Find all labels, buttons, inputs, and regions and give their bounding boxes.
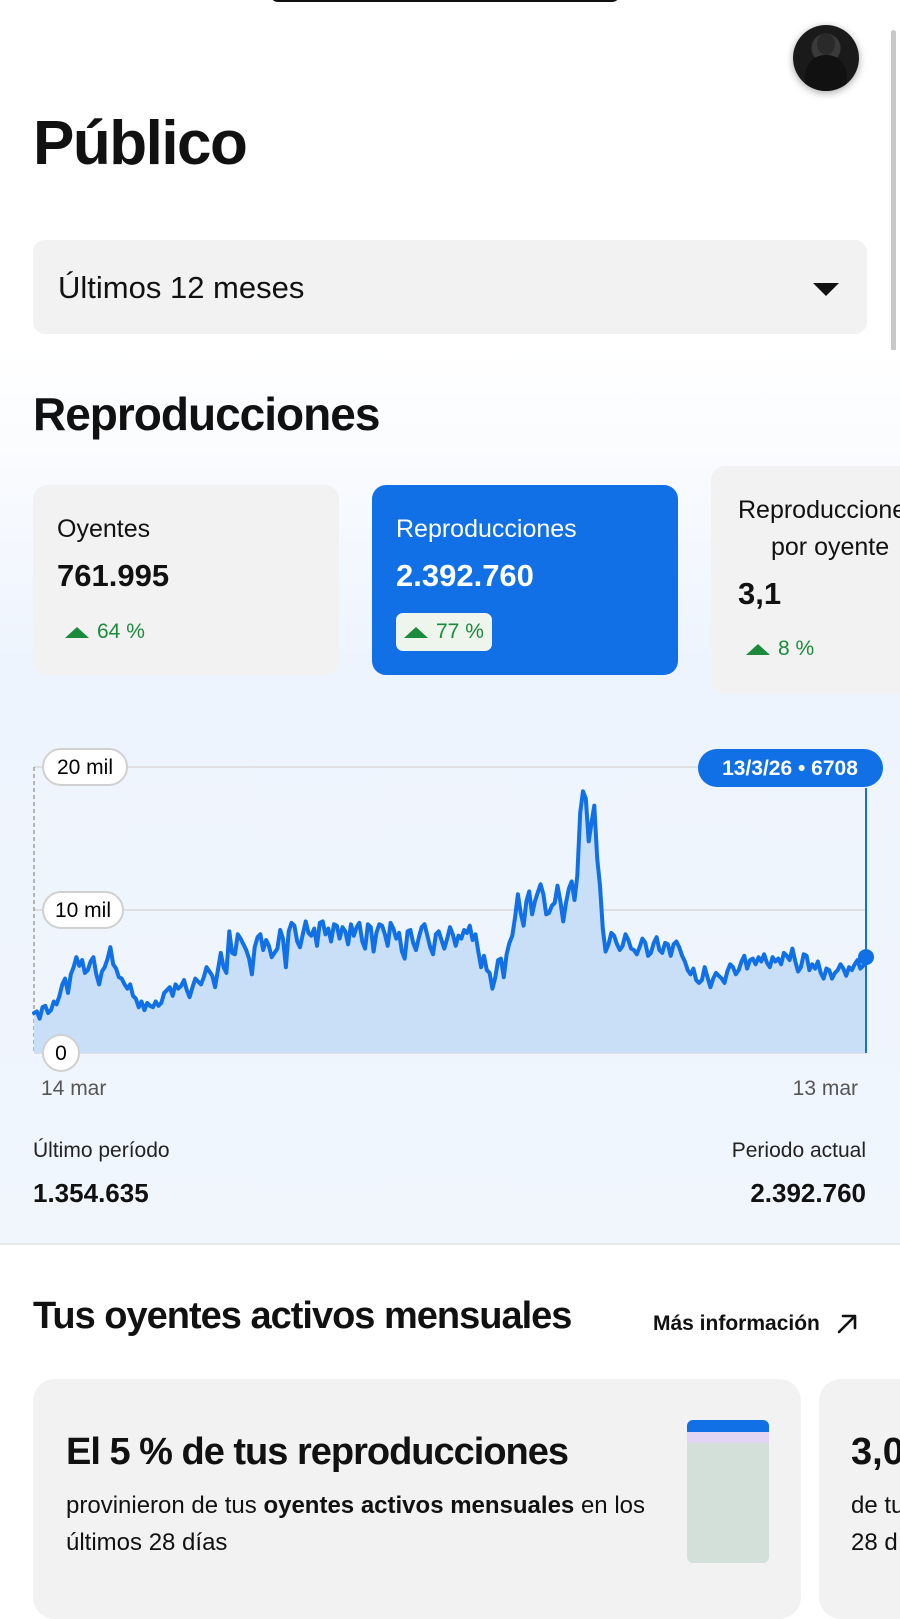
device-notch <box>270 0 620 2</box>
arrow-up-icon <box>746 643 770 655</box>
tooltip-text: 13/3/26 • 6708 <box>722 757 858 780</box>
period-dropdown-value: Últimos 12 meses <box>58 270 305 305</box>
chevron-down-icon <box>813 283 839 296</box>
metric-label-line2: por oyente <box>771 533 890 561</box>
more-info-label: Más información <box>653 1312 820 1335</box>
section-title: Reproducciones <box>33 388 380 440</box>
tooltip: 13/3/26 • 6708 <box>698 749 883 787</box>
insight-description: de tu 28 d <box>851 1492 900 1556</box>
plays-chart[interactable]: 20 mil 10 mil 0 13/3/26 • 6708 <box>0 730 900 1110</box>
change-value: 64 % <box>97 620 145 643</box>
series-area <box>34 791 866 1053</box>
stacked-bar-graphic <box>687 1420 769 1563</box>
metric-card-plays-per-listener[interactable]: Reproducciones por oyente 3,1 8 % <box>711 466 900 694</box>
x-label-start: 14 mar <box>41 1077 107 1100</box>
y-tick-20k: 20 mil <box>42 748 128 786</box>
change-value: 77 % <box>436 620 484 643</box>
arrow-up-icon <box>65 626 89 638</box>
metric-label: Reproducciones <box>396 515 577 543</box>
y-tick-0: 0 <box>42 1034 80 1072</box>
monthly-insight-card[interactable]: El 5 % de tus reproducciones provinieron… <box>33 1379 801 1619</box>
section-divider <box>0 1243 900 1245</box>
y-tick-10k: 10 mil <box>42 891 124 929</box>
current-period-value: 2.392.760 <box>750 1178 866 1208</box>
insight-text-a: provinieron de tus <box>66 1492 264 1519</box>
period-dropdown[interactable]: Últimos 12 meses <box>33 240 867 334</box>
change-badge: 77 % <box>396 613 492 651</box>
y-tick-label: 20 mil <box>57 756 113 779</box>
y-tick-label: 10 mil <box>55 899 111 922</box>
change-badge: 8 % <box>738 630 822 668</box>
insight-headline: 3,0 <box>851 1431 900 1473</box>
arrow-up-icon <box>404 626 428 638</box>
last-period-label: Último período <box>33 1139 170 1162</box>
more-info-link[interactable]: Más información <box>653 1311 860 1337</box>
metric-card-listeners[interactable]: Oyentes 761.995 64 % <box>33 485 339 675</box>
insight-headline: El 5 % de tus reproducciones <box>66 1431 569 1473</box>
last-period-value: 1.354.635 <box>33 1178 149 1208</box>
current-period-label: Periodo actual <box>731 1139 866 1162</box>
x-label-end: 13 mar <box>792 1077 858 1100</box>
monthly-listeners-title: Tus oyentes activos mensuales <box>33 1295 572 1337</box>
arrow-up-right-icon <box>837 1314 857 1334</box>
avatar[interactable] <box>793 25 859 91</box>
monthly-insight-card-2[interactable]: 3,0 de tu 28 d <box>819 1379 900 1619</box>
change-value: 8 % <box>778 637 815 660</box>
change-badge: 64 % <box>57 613 153 651</box>
metric-label: Oyentes <box>57 515 151 543</box>
metric-card-plays[interactable]: Reproducciones 2.392.760 77 % <box>372 485 678 675</box>
page-title: Público <box>33 109 248 178</box>
selected-point <box>858 949 874 966</box>
metric-value: 3,1 <box>738 576 782 611</box>
metric-value: 761.995 <box>57 558 170 593</box>
metric-label: Reproducciones <box>738 496 900 524</box>
metric-value: 2.392.760 <box>396 558 534 593</box>
y-tick-label: 0 <box>55 1042 67 1065</box>
insight-description: provinieron de tus oyentes activos mensu… <box>66 1487 666 1561</box>
insight-text-bold: oyentes activos mensuales <box>263 1492 575 1519</box>
